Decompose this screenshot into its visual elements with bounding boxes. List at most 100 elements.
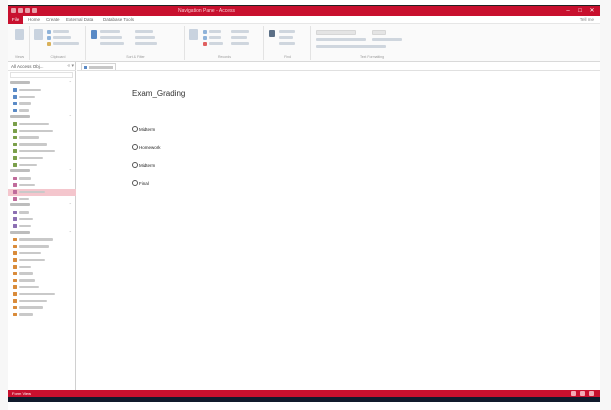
option-midterm[interactable]: Midterm: [132, 125, 155, 133]
nav-object-item[interactable]: [8, 250, 76, 257]
nav-object-item[interactable]: [8, 148, 76, 155]
chevron-up-icon[interactable]: ⌃: [69, 114, 72, 120]
radio-button[interactable]: [132, 144, 138, 150]
chevron-up-icon[interactable]: ⌃: [69, 168, 72, 174]
color-buttons[interactable]: [316, 45, 386, 48]
nav-object-item[interactable]: [8, 264, 76, 271]
refresh-all-button[interactable]: [189, 29, 198, 40]
nav-object-item[interactable]: [8, 270, 76, 277]
font-size-dropdown[interactable]: [372, 30, 386, 35]
option-final[interactable]: Final: [132, 179, 149, 187]
nav-object-item[interactable]: [8, 257, 76, 264]
copy-icon[interactable]: [47, 36, 51, 40]
radio-button[interactable]: [132, 180, 138, 186]
nav-object-item[interactable]: [8, 175, 76, 182]
nav-object-item[interactable]: [8, 121, 76, 128]
font-name-dropdown[interactable]: [316, 30, 356, 35]
form-icon: [84, 65, 87, 69]
delete-icon[interactable]: [203, 42, 207, 46]
nav-group-header[interactable]: ⌃: [8, 230, 76, 237]
toggle-filter-label: [135, 42, 157, 45]
object-label: [19, 163, 37, 167]
save-icon[interactable]: [18, 8, 23, 13]
design-view-icon[interactable]: [589, 391, 594, 396]
nav-pane-header[interactable]: All Access Obj... « ▾: [8, 62, 76, 71]
nav-object-item[interactable]: [8, 128, 76, 135]
nav-object-item[interactable]: [8, 188, 76, 196]
nav-object-item[interactable]: [8, 141, 76, 148]
view-button[interactable]: [15, 29, 24, 40]
chevron-up-icon[interactable]: ⌃: [69, 80, 72, 86]
radio-button[interactable]: [132, 162, 138, 168]
object-icon: [13, 163, 17, 167]
nav-group-header[interactable]: ⌃: [8, 114, 76, 121]
tell-me-box[interactable]: Tell me: [580, 16, 594, 24]
font-style-buttons[interactable]: [316, 38, 366, 41]
tab-database-tools[interactable]: Database Tools: [103, 16, 134, 24]
nav-object-item[interactable]: [8, 216, 76, 223]
nav-object-item[interactable]: [8, 223, 76, 230]
shutter-bar-close-icon[interactable]: « ▾: [67, 62, 74, 70]
redo-icon[interactable]: [32, 8, 37, 13]
delete-label: [209, 42, 223, 45]
nav-object-item[interactable]: [8, 209, 76, 216]
radio-button[interactable]: [132, 126, 138, 132]
document-tab[interactable]: [81, 63, 116, 70]
nav-object-item[interactable]: [8, 162, 76, 169]
new-record-icon[interactable]: [203, 30, 207, 34]
layout-view-icon[interactable]: [580, 391, 585, 396]
nav-object-item[interactable]: [8, 311, 76, 318]
tab-external-data[interactable]: External Data: [66, 16, 93, 24]
save-record-icon[interactable]: [203, 36, 207, 40]
tab-home[interactable]: Home: [28, 16, 40, 24]
object-icon: [13, 183, 17, 187]
maximize-button[interactable]: □: [574, 6, 586, 16]
nav-group-name: [10, 203, 30, 207]
option-homework[interactable]: Homework: [132, 143, 161, 151]
undo-icon[interactable]: [25, 8, 30, 13]
nav-object-item[interactable]: [8, 304, 76, 311]
go-to-label: [279, 36, 293, 39]
object-label: [19, 306, 43, 309]
chevron-up-icon[interactable]: ⌃: [69, 202, 72, 208]
cut-icon[interactable]: [47, 30, 51, 34]
form-view-icon[interactable]: [571, 391, 576, 396]
nav-object-item[interactable]: [8, 107, 76, 114]
nav-group-header[interactable]: ⌃: [8, 80, 76, 87]
minimize-button[interactable]: –: [562, 6, 574, 16]
nav-group-header[interactable]: ⌃: [8, 168, 76, 175]
object-icon: [13, 305, 17, 310]
nav-object-item[interactable]: [8, 277, 76, 284]
alignment-buttons[interactable]: [372, 38, 402, 41]
object-label: [19, 217, 33, 221]
nav-object-item[interactable]: [8, 94, 76, 101]
close-button[interactable]: ✕: [586, 6, 598, 16]
nav-object-item[interactable]: [8, 134, 76, 141]
filter-icon[interactable]: [91, 30, 97, 39]
nav-group-header[interactable]: ⌃: [8, 202, 76, 209]
nav-object-item[interactable]: [8, 291, 76, 298]
nav-object-item[interactable]: [8, 100, 76, 107]
access-window: Navigation Pane - Access – □ ✕ File Home…: [8, 6, 600, 402]
nav-object-item[interactable]: [8, 87, 76, 94]
object-icon: [13, 299, 17, 303]
ribbon: Views Clipboard Sort & Filter Records Fi…: [8, 24, 600, 62]
nav-object-item[interactable]: [8, 196, 76, 203]
nav-object-item[interactable]: [8, 182, 76, 189]
nav-search-input[interactable]: [10, 72, 73, 78]
option-midterm-2[interactable]: Midterm: [132, 161, 155, 169]
nav-object-item[interactable]: [8, 284, 76, 291]
paste-button[interactable]: [34, 29, 43, 40]
nav-object-item[interactable]: [8, 298, 76, 305]
nav-object-item[interactable]: [8, 243, 76, 250]
nav-object-item[interactable]: [8, 155, 76, 162]
group-label: Text Formatting: [359, 55, 385, 59]
tab-create[interactable]: Create: [46, 16, 60, 24]
chevron-up-icon[interactable]: ⌃: [69, 230, 72, 236]
format-painter-icon[interactable]: [47, 42, 51, 46]
nav-object-item[interactable]: [8, 236, 76, 243]
tab-file[interactable]: File: [8, 16, 24, 24]
binoculars-icon[interactable]: [269, 30, 275, 37]
ribbon-group-text-formatting: Text Formatting: [312, 26, 432, 60]
selection-label: [135, 30, 153, 33]
